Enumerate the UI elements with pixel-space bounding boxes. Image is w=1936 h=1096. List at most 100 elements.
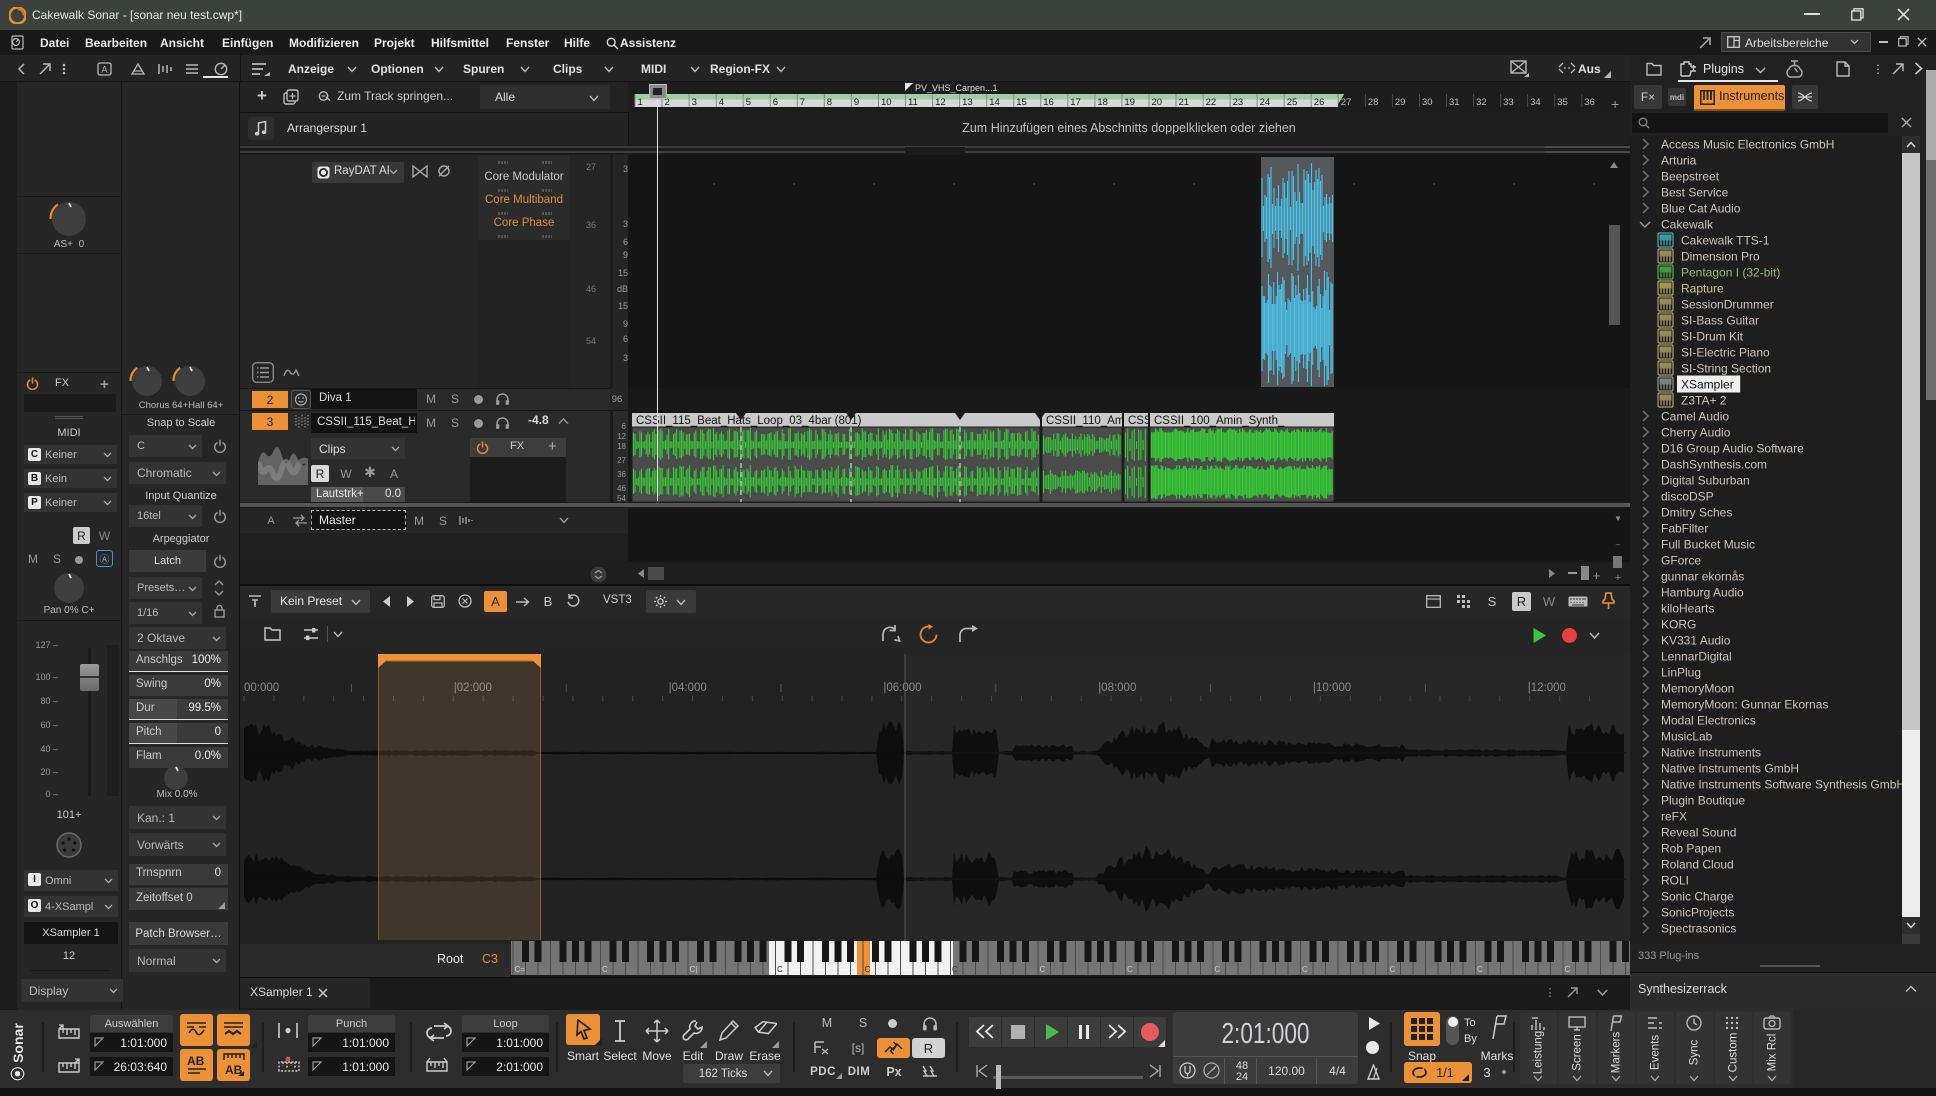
svg-text:Dimension Pro: Dimension Pro — [1681, 250, 1760, 264]
svg-text:|12:000: |12:000 — [1528, 682, 1566, 694]
svg-text:Beepstreet: Beepstreet — [1661, 170, 1720, 184]
svg-text:9: 9 — [854, 97, 859, 108]
svg-text:CSSII_115_Beat_Hats_Loop_03_4b: CSSII_115_Beat_Hats_Loop_03_4bar (801) — [636, 415, 862, 427]
svg-text:C: C — [952, 965, 958, 974]
svg-text:25: 25 — [1287, 97, 1298, 108]
svg-text:Roland Cloud: Roland Cloud — [1661, 858, 1734, 872]
svg-text:Digital Suburban: Digital Suburban — [1661, 474, 1750, 488]
svg-text:32: 32 — [1476, 97, 1487, 108]
svg-text:15: 15 — [1016, 97, 1027, 108]
svg-text:10: 10 — [881, 97, 892, 108]
svg-text:Blue Cat Audio: Blue Cat Audio — [1661, 202, 1741, 216]
svg-text:C: C — [777, 965, 783, 974]
svg-text:28: 28 — [1368, 97, 1379, 108]
svg-text:Sonic Charge: Sonic Charge — [1661, 890, 1734, 904]
svg-text:26: 26 — [1314, 97, 1325, 108]
svg-text:Modal Electronics: Modal Electronics — [1661, 714, 1756, 728]
svg-text:6: 6 — [773, 97, 778, 108]
svg-text:ROLI: ROLI — [1661, 874, 1689, 888]
svg-text:Native Instruments GmbH: Native Instruments GmbH — [1661, 762, 1799, 776]
svg-text:C=: C= — [515, 965, 526, 974]
svg-text:29: 29 — [1395, 97, 1406, 108]
svg-text:C: C — [1215, 965, 1221, 974]
svg-text:CSS: CSS — [1128, 415, 1152, 427]
svg-text:13: 13 — [962, 97, 973, 108]
svg-text:SI-Drum Kit: SI-Drum Kit — [1681, 330, 1744, 344]
svg-text:KV331 Audio: KV331 Audio — [1661, 634, 1731, 648]
svg-text:CSSII_110_Ami: CSSII_110_Ami — [1046, 415, 1127, 427]
svg-text:MemoryMoon: MemoryMoon — [1661, 682, 1734, 696]
svg-text:30: 30 — [1422, 97, 1433, 108]
svg-text:24: 24 — [1260, 97, 1271, 108]
svg-text:A: A — [101, 65, 107, 75]
svg-text:gunnar ekornås: gunnar ekornås — [1661, 570, 1744, 584]
svg-text:SI-String Section: SI-String Section — [1681, 362, 1771, 376]
svg-text:kiloHearts: kiloHearts — [1661, 602, 1714, 616]
svg-text:C: C — [865, 965, 871, 974]
svg-text:XSampler: XSampler — [1681, 378, 1734, 392]
svg-text:19: 19 — [1124, 97, 1135, 108]
svg-text:16: 16 — [1043, 97, 1054, 108]
svg-text:C: C — [1302, 965, 1308, 974]
svg-text:18: 18 — [1097, 97, 1108, 108]
svg-text:|04:000: |04:000 — [669, 682, 707, 694]
svg-text:FabFilter: FabFilter — [1661, 522, 1708, 536]
svg-text:14: 14 — [989, 97, 1000, 108]
svg-text:|08:000: |08:000 — [1098, 682, 1136, 694]
svg-text:Reveal Sound: Reveal Sound — [1661, 826, 1736, 840]
svg-text:MusicLab: MusicLab — [1661, 730, 1713, 744]
svg-text:C: C — [1477, 965, 1483, 974]
svg-text:C: C — [1565, 965, 1571, 974]
svg-text:36: 36 — [1584, 97, 1595, 108]
svg-text:Dmitry Sches: Dmitry Sches — [1661, 506, 1732, 520]
svg-text:Cakewalk TTS-1: Cakewalk TTS-1 — [1681, 234, 1770, 248]
svg-text:20: 20 — [1152, 97, 1163, 108]
svg-text:MemoryMoon: Gunnar Ekornas: MemoryMoon: Gunnar Ekornas — [1661, 698, 1828, 712]
svg-text:C|: C| — [690, 965, 698, 974]
svg-text:7: 7 — [800, 97, 805, 108]
svg-text:D16 Group Audio Software: D16 Group Audio Software — [1661, 442, 1804, 456]
svg-text:C: C — [1390, 965, 1396, 974]
svg-text:KORG: KORG — [1661, 618, 1696, 632]
svg-text:17: 17 — [1070, 97, 1081, 108]
svg-text:Native Instruments Software Sy: Native Instruments Software Synthesis Gm… — [1661, 778, 1902, 792]
svg-text:|06:000: |06:000 — [883, 682, 921, 694]
svg-text:DashSynthesis.com: DashSynthesis.com — [1661, 458, 1767, 472]
svg-text:33: 33 — [1503, 97, 1514, 108]
svg-text:Spectrasonics: Spectrasonics — [1661, 922, 1736, 936]
svg-text:11: 11 — [908, 97, 918, 108]
svg-text:PV_VHS_Carpen...1: PV_VHS_Carpen...1 — [915, 83, 998, 93]
svg-text:C: C — [1127, 965, 1133, 974]
svg-text:LinPlug: LinPlug — [1661, 666, 1701, 680]
svg-text:34: 34 — [1530, 97, 1541, 108]
svg-text:Cakewalk: Cakewalk — [1661, 218, 1714, 232]
svg-text:31: 31 — [1449, 97, 1460, 108]
svg-text:C: C — [1040, 965, 1046, 974]
svg-text:|10:000: |10:000 — [1313, 682, 1351, 694]
svg-text:3: 3 — [692, 97, 697, 108]
svg-text:AB: AB — [187, 1054, 205, 1068]
svg-text:27: 27 — [1341, 97, 1352, 108]
svg-text:22: 22 — [1206, 97, 1217, 108]
svg-text:Plugin Boutique: Plugin Boutique — [1661, 794, 1745, 808]
svg-text:Rob Papen: Rob Papen — [1661, 842, 1721, 856]
svg-text:discoDSP: discoDSP — [1661, 490, 1714, 504]
svg-text:Best Service: Best Service — [1661, 186, 1729, 200]
svg-text:Camel Audio: Camel Audio — [1661, 410, 1729, 424]
svg-text:Hamburg Audio: Hamburg Audio — [1661, 586, 1744, 600]
svg-text:SI-Electric Piano: SI-Electric Piano — [1681, 346, 1770, 360]
svg-text:Native Instruments: Native Instruments — [1661, 746, 1761, 760]
svg-text:Cherry Audio: Cherry Audio — [1661, 426, 1731, 440]
svg-text:Z3TA+ 2: Z3TA+ 2 — [1681, 394, 1727, 408]
svg-text:Arturia: Arturia — [1661, 154, 1697, 168]
svg-text:SonicProjects: SonicProjects — [1661, 906, 1734, 920]
svg-text:SI-Bass Guitar: SI-Bass Guitar — [1681, 314, 1759, 328]
svg-text:Rapture: Rapture — [1681, 282, 1724, 296]
svg-text:Full Bucket Music: Full Bucket Music — [1661, 538, 1755, 552]
svg-text:5: 5 — [746, 97, 751, 108]
svg-text:12: 12 — [935, 97, 946, 108]
svg-text:LennarDigital: LennarDigital — [1661, 650, 1732, 664]
svg-text:21: 21 — [1179, 97, 1190, 108]
svg-text:Access Music Electronics GmbH: Access Music Electronics GmbH — [1661, 138, 1834, 152]
svg-text:23: 23 — [1233, 97, 1244, 108]
